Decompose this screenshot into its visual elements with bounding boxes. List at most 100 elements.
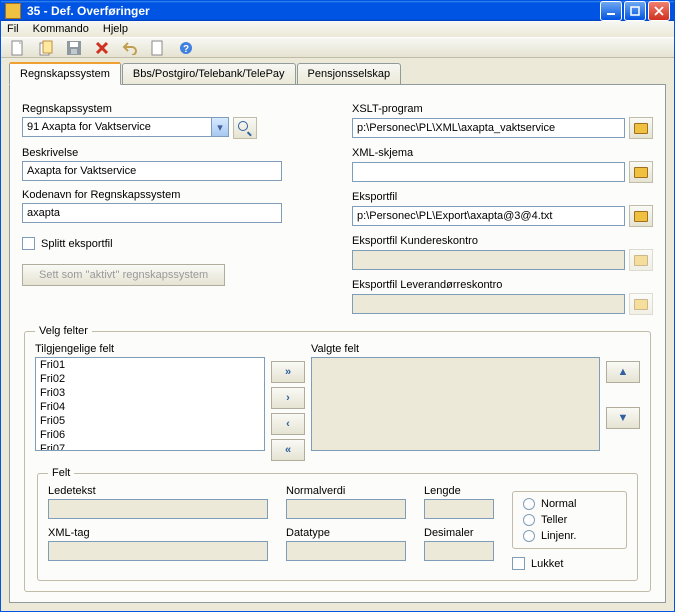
move-all-left-button[interactable]: « xyxy=(271,439,305,461)
new-doc-icon[interactable] xyxy=(9,39,27,57)
folder-icon xyxy=(634,255,648,266)
list-item[interactable]: Fri02 xyxy=(36,372,264,386)
radio-linjenr-label: Linjenr. xyxy=(541,530,576,542)
window-title: 35 - Def. Overføringer xyxy=(27,4,598,18)
normalverdi-label: Normalverdi xyxy=(286,485,406,497)
delete-icon[interactable] xyxy=(93,39,111,57)
radio-teller-label: Teller xyxy=(541,514,567,526)
radio-normal-label: Normal xyxy=(541,498,576,510)
folder-icon xyxy=(634,123,648,134)
undo-icon[interactable] xyxy=(121,39,139,57)
save-icon[interactable] xyxy=(65,39,83,57)
copy-doc-icon[interactable] xyxy=(37,39,55,57)
tab-regnskapssystem[interactable]: Regnskapssystem xyxy=(9,62,121,85)
xslt-label: XSLT-program xyxy=(352,103,653,115)
lukket-label: Lukket xyxy=(531,558,563,570)
tab-bbs[interactable]: Bbs/Postgiro/Telebank/TelePay xyxy=(122,63,296,84)
radio-teller[interactable] xyxy=(523,514,535,526)
kodenavn-label: Kodenavn for Regnskapssystem xyxy=(22,189,312,201)
tab-pensjon[interactable]: Pensjonsselskap xyxy=(297,63,402,84)
regnskapssystem-combo[interactable]: 91 Axapta for Vaktservice xyxy=(22,117,212,137)
leverandor-label: Eksportfil Leverandørreskontro xyxy=(352,279,653,291)
velg-felter-group: Velg felter Tilgjengelige felt Fri01Fri0… xyxy=(24,325,651,592)
list-item[interactable]: Fri01 xyxy=(36,358,264,372)
eksportfil-input[interactable] xyxy=(352,206,625,226)
kodenavn-input[interactable] xyxy=(22,203,282,223)
kundereskontro-browse-button xyxy=(629,249,653,271)
list-item[interactable]: Fri06 xyxy=(36,428,264,442)
valgte-list[interactable] xyxy=(311,357,600,451)
eksportfil-label: Eksportfil xyxy=(352,191,653,203)
xmltag-label: XML-tag xyxy=(48,527,268,539)
xml-schema-input[interactable] xyxy=(352,162,625,182)
app-icon xyxy=(5,3,21,19)
folder-icon xyxy=(634,299,648,310)
tilgjengelige-list[interactable]: Fri01Fri02Fri03Fri04Fri05Fri06Fri07 xyxy=(35,357,265,451)
tilgjengelige-label: Tilgjengelige felt xyxy=(35,343,265,355)
lengde-input xyxy=(424,499,494,519)
kundereskontro-input xyxy=(352,250,625,270)
regnskapssystem-dropdown-button[interactable]: ▾ xyxy=(212,117,229,137)
kundereskontro-label: Eksportfil Kundereskontro xyxy=(352,235,653,247)
splitt-checkbox[interactable] xyxy=(22,237,35,250)
beskrivelse-label: Beskrivelse xyxy=(22,147,312,159)
menu-kommando[interactable]: Kommando xyxy=(33,23,89,35)
lukket-checkbox[interactable] xyxy=(512,557,525,570)
ledetekst-input xyxy=(48,499,268,519)
regnskapssystem-label: Regnskapssystem xyxy=(22,103,312,115)
lengde-label: Lengde xyxy=(424,485,494,497)
list-item[interactable]: Fri07 xyxy=(36,442,264,451)
datatype-label: Datatype xyxy=(286,527,406,539)
sett-aktivt-button[interactable]: Sett som ''aktivt'' regnskapssystem xyxy=(22,264,225,286)
titlebar: 35 - Def. Overføringer xyxy=(1,1,674,21)
help-icon[interactable]: ? xyxy=(177,39,195,57)
tab-panel: Regnskapssystem 91 Axapta for Vaktservic… xyxy=(9,84,666,603)
xmltag-input xyxy=(48,541,268,561)
valgte-label: Valgte felt xyxy=(311,343,600,355)
folder-icon xyxy=(634,211,648,222)
blank-doc-icon[interactable] xyxy=(149,39,167,57)
leverandor-input xyxy=(352,294,625,314)
ledetekst-label: Ledetekst xyxy=(48,485,268,497)
maximize-button[interactable] xyxy=(624,1,646,21)
radio-normal[interactable] xyxy=(523,498,535,510)
leverandor-browse-button xyxy=(629,293,653,315)
menubar: Fil Kommando Hjelp xyxy=(1,21,674,37)
regnskapssystem-value: 91 Axapta for Vaktservice xyxy=(27,121,151,133)
xml-schema-browse-button[interactable] xyxy=(629,161,653,183)
menu-fil[interactable]: Fil xyxy=(7,23,19,35)
folder-icon xyxy=(634,167,648,178)
toolbar: ? xyxy=(1,37,674,58)
move-right-button[interactable]: › xyxy=(271,387,305,409)
felt-legend: Felt xyxy=(48,467,74,479)
move-down-button[interactable]: ▼ xyxy=(606,407,640,429)
list-item[interactable]: Fri05 xyxy=(36,414,264,428)
move-left-button[interactable]: ‹ xyxy=(271,413,305,435)
minimize-button[interactable] xyxy=(600,1,622,21)
list-item[interactable]: Fri04 xyxy=(36,400,264,414)
velg-felter-legend: Velg felter xyxy=(35,325,92,337)
felt-group: Felt Ledetekst XML-tag Normalverdi Datat… xyxy=(37,467,638,581)
xml-schema-label: XML-skjema xyxy=(352,147,653,159)
move-all-right-button[interactable]: » xyxy=(271,361,305,383)
move-up-button[interactable]: ▲ xyxy=(606,361,640,383)
list-item[interactable]: Fri03 xyxy=(36,386,264,400)
xslt-browse-button[interactable] xyxy=(629,117,653,139)
datatype-input xyxy=(286,541,406,561)
normalverdi-input xyxy=(286,499,406,519)
desimaler-label: Desimaler xyxy=(424,527,494,539)
felt-type-radios: Normal Teller Linjenr. xyxy=(512,491,627,549)
tabbar: Regnskapssystem Bbs/Postgiro/Telebank/Te… xyxy=(9,62,666,84)
xslt-input[interactable] xyxy=(352,118,625,138)
content-area: Regnskapssystem Bbs/Postgiro/Telebank/Te… xyxy=(1,58,674,611)
menu-hjelp[interactable]: Hjelp xyxy=(103,23,128,35)
app-window: 35 - Def. Overføringer Fil Kommando Hjel… xyxy=(0,0,675,612)
regnskapssystem-search-button[interactable] xyxy=(233,117,257,139)
svg-text:?: ? xyxy=(183,44,189,55)
search-icon xyxy=(238,121,252,135)
close-button[interactable] xyxy=(648,1,670,21)
beskrivelse-input[interactable] xyxy=(22,161,282,181)
splitt-label: Splitt eksportfil xyxy=(41,238,113,250)
radio-linjenr[interactable] xyxy=(523,530,535,542)
eksportfil-browse-button[interactable] xyxy=(629,205,653,227)
